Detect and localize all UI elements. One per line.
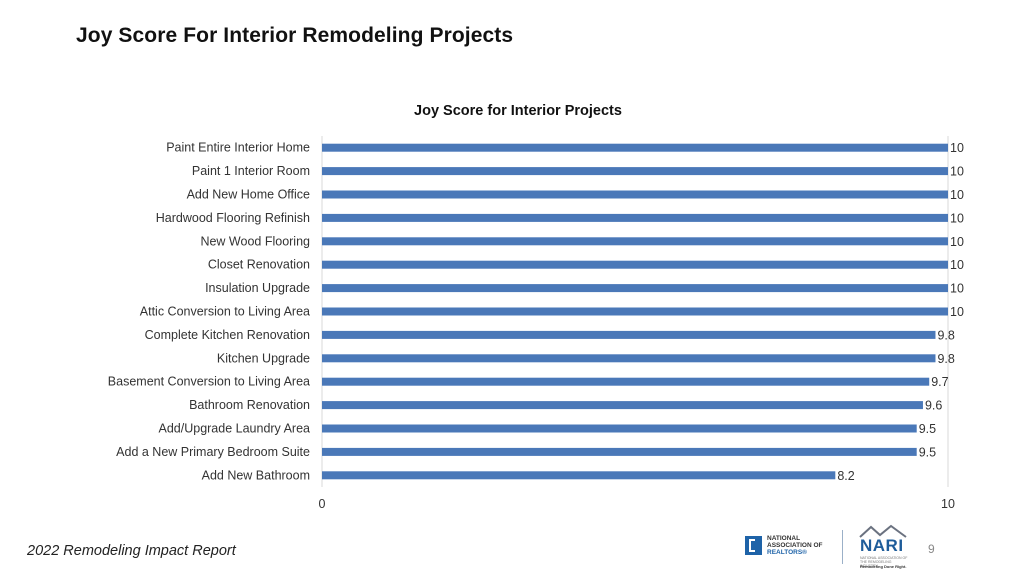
bar <box>322 143 948 152</box>
category-label: Basement Conversion to Living Area <box>108 375 310 389</box>
category-label: Add a New Primary Bedroom Suite <box>116 445 310 459</box>
data-label: 9.5 <box>919 445 936 459</box>
bar <box>322 424 917 433</box>
nari-logo: NARI NATIONAL ASSOCIATION OF THE REMODEL… <box>858 524 910 570</box>
category-label: Complete Kitchen Renovation <box>145 328 310 342</box>
data-label: 10 <box>950 211 964 225</box>
bar <box>322 307 948 316</box>
data-label: 10 <box>950 141 964 155</box>
category-label: Add New Bathroom <box>202 468 310 482</box>
data-label: 9.8 <box>937 352 954 366</box>
bar <box>322 213 948 222</box>
bar <box>322 447 917 456</box>
category-label: Paint 1 Interior Room <box>192 164 310 178</box>
nar-logo-line1: NATIONAL <box>767 535 801 542</box>
category-label: Add/Upgrade Laundry Area <box>159 422 311 436</box>
page-number: 9 <box>928 542 935 556</box>
data-label: 9.6 <box>925 399 942 413</box>
bar <box>322 471 836 480</box>
category-label: Closet Renovation <box>208 258 310 272</box>
category-label: Hardwood Flooring Refinish <box>156 211 310 225</box>
category-label: New Wood Flooring <box>200 234 310 248</box>
nar-logo-line3: REALTORS® <box>767 549 807 556</box>
data-label: 10 <box>950 165 964 179</box>
nari-logo-word: NARI <box>860 536 904 555</box>
category-label: Bathroom Renovation <box>189 398 310 412</box>
logo-divider <box>842 530 843 564</box>
bar <box>322 237 948 246</box>
data-label: 10 <box>950 305 964 319</box>
bar <box>322 284 948 293</box>
data-label: 9.5 <box>919 422 936 436</box>
nar-logo: NATIONAL ASSOCIATION OF REALTORS® <box>745 535 823 556</box>
data-label: 10 <box>950 282 964 296</box>
bar <box>322 354 936 363</box>
category-label: Add New Home Office <box>187 188 310 202</box>
bar <box>322 377 930 386</box>
category-label: Insulation Upgrade <box>205 281 310 295</box>
category-label: Kitchen Upgrade <box>217 351 310 365</box>
bar <box>322 401 923 410</box>
bar <box>322 190 948 199</box>
bar <box>322 260 948 269</box>
bar <box>322 330 936 339</box>
bar <box>322 167 948 176</box>
data-label: 10 <box>950 258 964 272</box>
nar-logo-line2: ASSOCIATION OF <box>767 542 823 549</box>
footer-report-title: 2022 Remodeling Impact Report <box>27 543 236 559</box>
nari-logo-tagline: Remodeling Done Right. <box>860 564 907 569</box>
bar-chart: Paint Entire Interior Home 10 Paint 1 Inte… <box>108 136 964 511</box>
x-tick-label: 10 <box>941 497 955 511</box>
category-label: Paint Entire Interior Home <box>166 141 310 155</box>
nar-r-icon <box>745 536 762 555</box>
data-label: 9.8 <box>937 328 954 342</box>
x-tick-label: 0 <box>319 497 326 511</box>
data-label: 10 <box>950 188 964 202</box>
data-label: 10 <box>950 235 964 249</box>
data-label: 8.2 <box>837 469 854 483</box>
category-label: Attic Conversion to Living Area <box>140 305 310 319</box>
data-label: 9.7 <box>931 375 948 389</box>
